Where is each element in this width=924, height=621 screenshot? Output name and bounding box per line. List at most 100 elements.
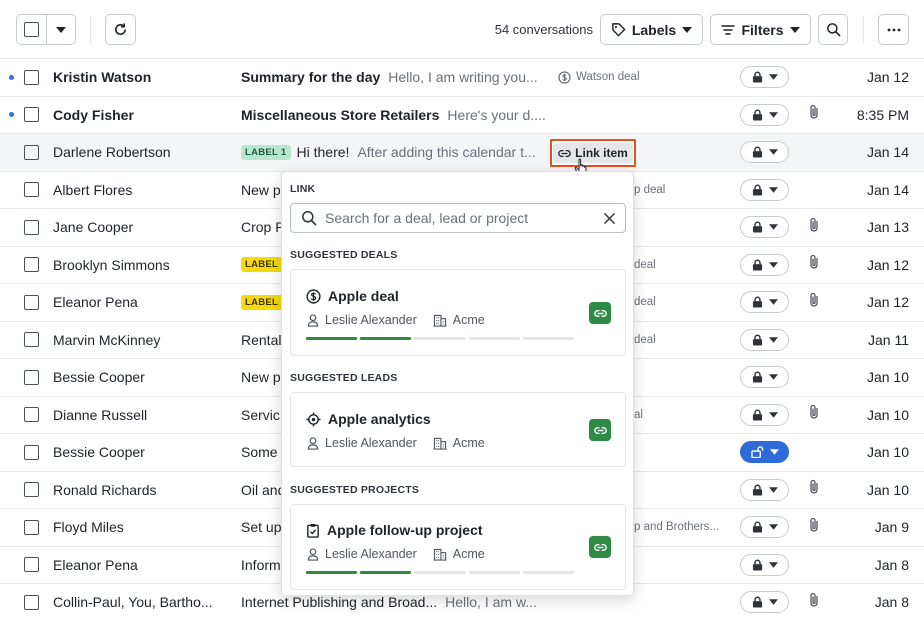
- link-item-button[interactable]: Link item: [550, 139, 636, 167]
- labels-button[interactable]: Labels: [600, 14, 703, 45]
- row-date: Jan 10: [866, 444, 909, 461]
- visibility-dropdown[interactable]: [740, 291, 789, 314]
- caret-down-icon: [768, 224, 778, 230]
- row-checkbox[interactable]: [24, 69, 39, 85]
- select-all-checkbox[interactable]: [17, 15, 46, 44]
- search-button[interactable]: [818, 14, 848, 45]
- row-checkbox[interactable]: [24, 182, 39, 198]
- linked-deal[interactable]: p and Brothers...: [634, 521, 719, 533]
- visibility-dropdown[interactable]: [740, 328, 789, 351]
- building-icon: [433, 314, 447, 327]
- subject-text: Miscellaneous Store Retailers: [241, 106, 440, 123]
- visibility-dropdown[interactable]: [740, 591, 789, 614]
- linked-deal[interactable]: deal: [634, 296, 656, 308]
- visibility-dropdown[interactable]: [740, 403, 789, 426]
- refresh-button[interactable]: [105, 14, 136, 45]
- filters-button[interactable]: Filters: [710, 14, 811, 45]
- clipboard-check-icon: [307, 523, 319, 538]
- lock-icon: [752, 371, 762, 383]
- row-date: Jan 10: [866, 369, 909, 386]
- row-checkbox[interactable]: [24, 557, 39, 573]
- lock-icon: [752, 296, 762, 308]
- subject-text: Crop P: [241, 219, 285, 236]
- lead-person: Leslie Alexander: [325, 436, 417, 450]
- sender-name: Dianne Russell: [53, 406, 148, 423]
- more-horizontal-icon: [887, 28, 900, 31]
- row-checkbox[interactable]: [24, 219, 39, 235]
- subject-text: New p: [241, 369, 281, 386]
- sender-name: Marvin McKinney: [53, 331, 161, 348]
- row-checkbox[interactable]: [24, 144, 39, 160]
- project-title: Apple follow-up project: [327, 522, 483, 538]
- project-progress-bar: [306, 571, 575, 574]
- subject-line: Set up: [241, 519, 281, 535]
- link-project-button[interactable]: [589, 536, 611, 558]
- visibility-dropdown[interactable]: [740, 178, 789, 201]
- conversation-row[interactable]: Kristin Watson Summary for the day Hello, …: [0, 59, 924, 97]
- visibility-dropdown[interactable]: [740, 366, 789, 389]
- unread-dot: [9, 74, 14, 80]
- conversation-row[interactable]: Cody Fisher Miscellaneous Store Retailers…: [0, 97, 924, 134]
- caret-down-icon: [768, 524, 778, 530]
- linked-deal[interactable]: deal: [634, 259, 656, 271]
- suggested-deal-card[interactable]: Apple deal Leslie Alexander Acme: [290, 269, 626, 356]
- lock-icon: [752, 334, 762, 346]
- row-checkbox[interactable]: [24, 369, 39, 385]
- row-checkbox[interactable]: [24, 519, 39, 535]
- link-search-input[interactable]: [325, 210, 595, 226]
- visibility-dropdown[interactable]: [740, 141, 789, 164]
- visibility-dropdown[interactable]: [740, 516, 789, 539]
- row-checkbox[interactable]: [24, 407, 39, 423]
- caret-down-icon: [768, 374, 778, 380]
- caret-down-icon: [768, 412, 778, 418]
- caret-down-icon: [768, 112, 778, 118]
- linked-deal[interactable]: al: [634, 409, 643, 421]
- suggested-lead-card[interactable]: Apple analytics Leslie Alexander Acme: [290, 392, 626, 467]
- row-checkbox[interactable]: [24, 482, 39, 498]
- visibility-dropdown[interactable]: [740, 553, 789, 576]
- person-icon: [307, 436, 319, 450]
- conversation-row[interactable]: Darlene Robertson LABEL 1 Hi there! After a…: [0, 134, 924, 172]
- link-icon: [558, 149, 571, 157]
- clear-search-icon[interactable]: [604, 212, 615, 224]
- row-date: Jan 13: [866, 219, 909, 236]
- suggested-project-card[interactable]: Apple follow-up project Leslie Alexander…: [290, 504, 626, 590]
- caret-down-icon: [768, 262, 778, 268]
- popover-heading: LINK: [290, 183, 316, 195]
- link-search-field[interactable]: [290, 203, 626, 233]
- link-icon: [593, 426, 607, 434]
- row-checkbox[interactable]: [24, 594, 39, 610]
- visibility-dropdown[interactable]: [740, 66, 789, 89]
- linked-deal[interactable]: deal: [634, 334, 656, 346]
- more-options-button[interactable]: [878, 14, 909, 45]
- row-checkbox[interactable]: [24, 107, 39, 123]
- subject-line: Oil and: [241, 482, 285, 498]
- caret-down-icon: [769, 449, 779, 455]
- project-person: Leslie Alexander: [325, 547, 417, 561]
- row-checkbox[interactable]: [24, 332, 39, 348]
- lock-icon: [752, 146, 762, 158]
- select-options-dropdown[interactable]: [45, 15, 76, 44]
- subject-text: New p: [241, 181, 281, 198]
- row-checkbox[interactable]: [24, 257, 39, 273]
- select-all-split-button[interactable]: [16, 14, 76, 45]
- link-lead-button[interactable]: [589, 419, 611, 441]
- linked-deal[interactable]: Watson deal: [558, 71, 640, 84]
- row-checkbox[interactable]: [24, 294, 39, 310]
- paperclip-icon: [810, 292, 818, 307]
- visibility-dropdown[interactable]: [740, 478, 789, 501]
- linked-deal-label: p and Brothers...: [634, 521, 720, 534]
- visibility-dropdown[interactable]: [740, 441, 789, 464]
- visibility-dropdown[interactable]: [740, 253, 789, 276]
- snippet-text: Here's your d....: [447, 106, 546, 123]
- visibility-dropdown[interactable]: [740, 216, 789, 239]
- dollar-circle-icon: [306, 288, 321, 304]
- row-date: Jan 10: [866, 481, 909, 498]
- link-deal-button[interactable]: [589, 302, 611, 324]
- row-checkbox[interactable]: [24, 444, 39, 460]
- linked-deal[interactable]: p deal: [634, 184, 665, 196]
- building-icon: [433, 548, 447, 561]
- visibility-dropdown[interactable]: [740, 103, 789, 126]
- refresh-icon: [115, 23, 126, 35]
- unread-dot: [9, 112, 14, 118]
